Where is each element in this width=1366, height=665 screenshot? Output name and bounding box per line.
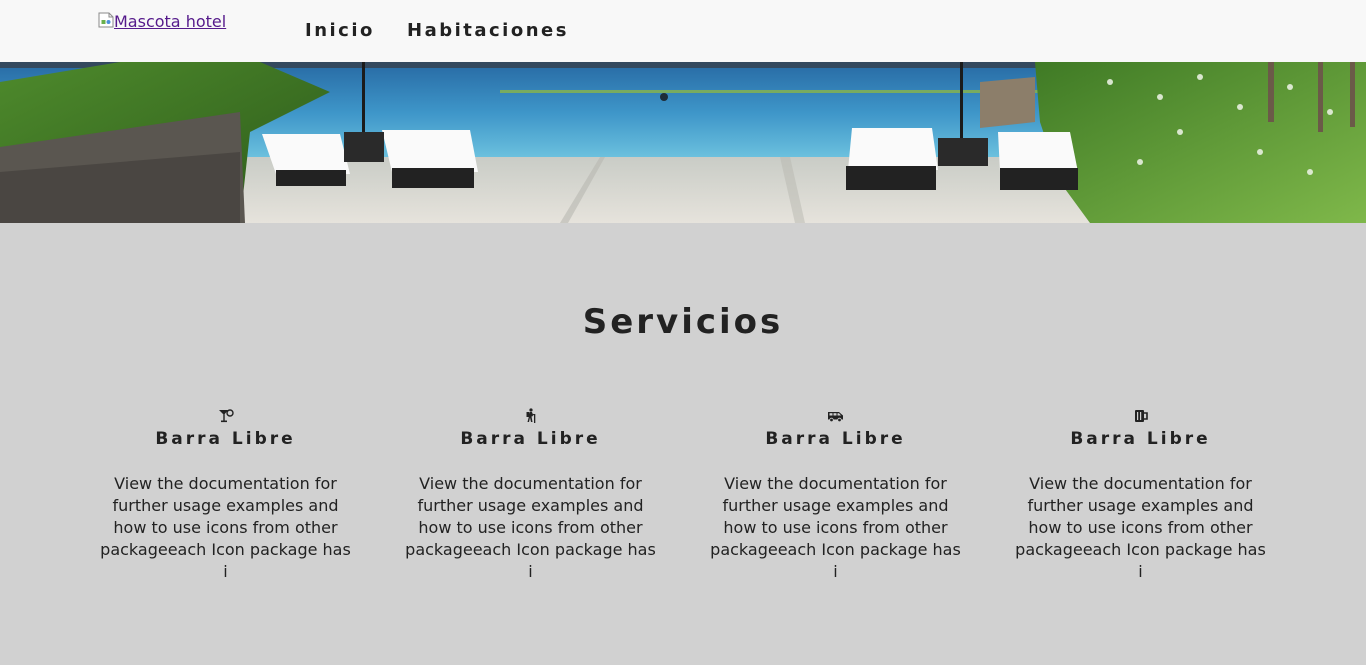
service-description: View the documentation for further usage…: [710, 474, 961, 581]
service-title: Barra Libre: [460, 429, 601, 449]
cocktail-icon: [98, 406, 353, 426]
shuttle-van-icon: [708, 406, 963, 426]
service-card: Barra Libre View the documentation for f…: [403, 406, 658, 583]
section-title: Servicios: [582, 302, 784, 342]
broken-image-icon: [98, 12, 114, 28]
beer-mug-icon: [1013, 406, 1268, 426]
hiking-icon: [403, 406, 658, 426]
nav-link-inicio[interactable]: Inicio: [305, 20, 375, 41]
logo-alt-text: Mascota hotel: [114, 12, 227, 31]
nav-link-habitaciones[interactable]: Habitaciones: [407, 20, 569, 41]
service-description: View the documentation for further usage…: [1015, 474, 1266, 581]
service-title: Barra Libre: [1070, 429, 1211, 449]
service-card: Barra Libre View the documentation for f…: [1013, 406, 1268, 583]
service-description: View the documentation for further usage…: [100, 474, 351, 581]
service-card: Barra Libre View the documentation for f…: [708, 406, 963, 583]
navbar: Mascota hotel Inicio Habitaciones: [0, 0, 1366, 62]
service-card: Barra Libre View the documentation for f…: [98, 406, 353, 583]
service-title: Barra Libre: [765, 429, 906, 449]
logo-link[interactable]: Mascota hotel: [98, 12, 226, 31]
hero-image: [0, 62, 1366, 223]
service-title: Barra Libre: [155, 429, 296, 449]
service-description: View the documentation for further usage…: [405, 474, 656, 581]
